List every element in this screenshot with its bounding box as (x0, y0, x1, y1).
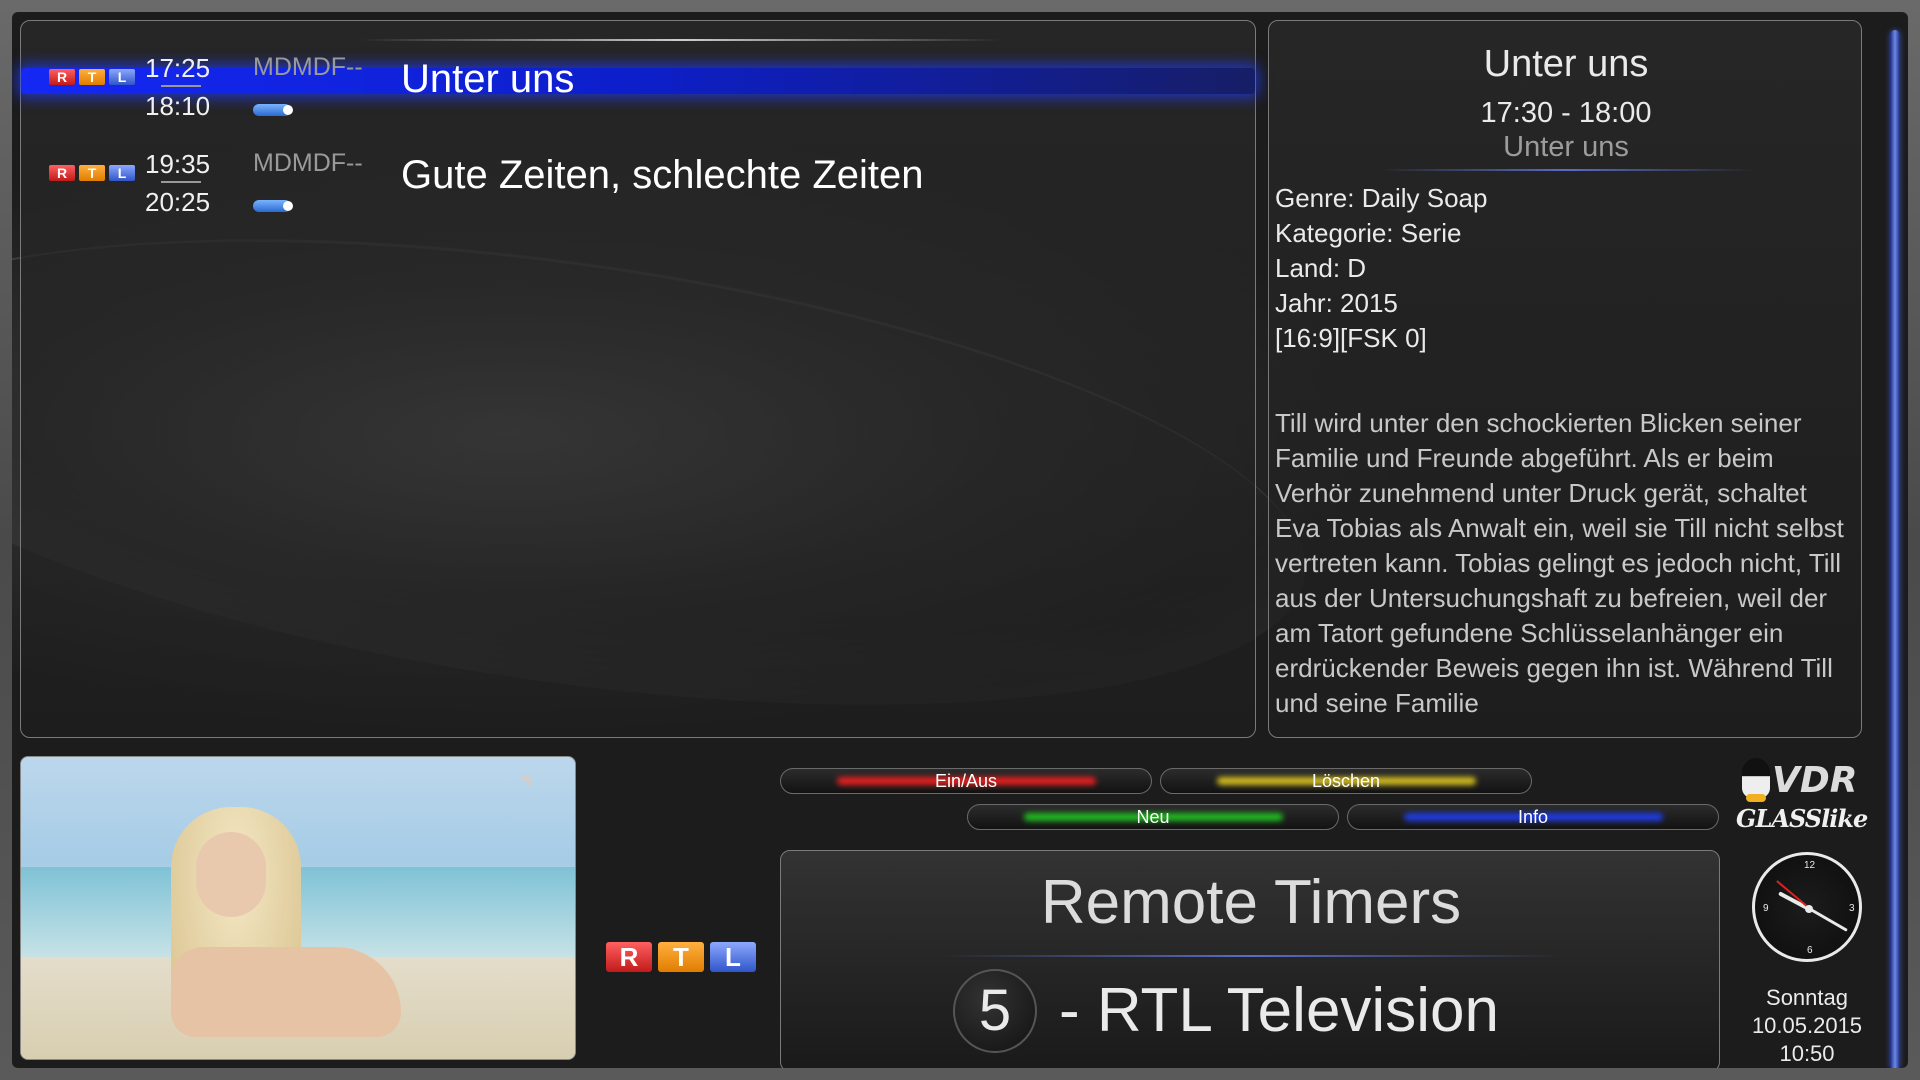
preview-person-body (171, 947, 401, 1037)
channel-logo-rtl: RTL (49, 69, 135, 85)
clock-numeral-12: 12 (1804, 860, 1816, 871)
clock-numeral-3: 3 (1849, 903, 1855, 914)
menu-title: Remote Timers (1040, 868, 1462, 937)
event-detail-panel: Unter uns 17:30 - 18:00 Unter uns Genre:… (1268, 20, 1862, 738)
meta-genre: Genre: Daily Soap (1275, 183, 1488, 213)
osd-background: RTL 17:25 18:10 MDMDF-- Unter uns RTL 19… (12, 12, 1908, 1068)
clock-numeral-9: 9 (1763, 903, 1769, 914)
progress-indicator (253, 104, 293, 116)
channel-name: - RTL Television (1059, 976, 1499, 1045)
weekday-pattern: MDMDF-- (253, 149, 363, 177)
yellow-button[interactable]: Löschen (1160, 768, 1532, 794)
time-divider (161, 181, 201, 183)
weekday-pattern: MDMDF-- (253, 53, 363, 81)
red-button-label: Ein/Aus (934, 771, 998, 791)
green-button[interactable]: Neu (967, 804, 1339, 830)
date-time-block: Sonntag 10.05.2015 10:50 (1732, 984, 1882, 1068)
analog-clock-icon: 12 3 6 9 (1752, 852, 1862, 962)
blue-button-label: Info (1517, 807, 1549, 827)
end-time: 18:10 (145, 91, 211, 121)
end-time: 20:25 (145, 187, 211, 217)
menu-title-separator (941, 955, 1561, 957)
meta-year: Jahr: 2015 (1275, 288, 1398, 318)
channel-number: 5 (953, 969, 1037, 1053)
pip-corner-icon (517, 775, 531, 787)
progress-indicator (253, 200, 293, 212)
detail-short-text: Unter uns (1503, 131, 1629, 163)
blue-button[interactable]: Info (1347, 804, 1719, 830)
detail-meta: Genre: Daily Soap Kategorie: Serie Land:… (1275, 181, 1855, 356)
channel-logo-rtl: RTL (49, 165, 135, 181)
clock-center (1805, 905, 1813, 913)
green-button-label: Neu (1136, 807, 1170, 827)
live-tv-preview (20, 756, 576, 1060)
yellow-button-label: Löschen (1311, 771, 1381, 791)
epg-list-panel: RTL 17:25 18:10 MDMDF-- Unter uns RTL 19… (20, 20, 1256, 738)
red-button[interactable]: Ein/Aus (780, 768, 1152, 794)
current-channel-logo: RTL (606, 942, 756, 972)
time: 10:50 (1779, 1041, 1835, 1066)
epg-row[interactable]: RTL 19:35 20:25 MDMDF-- Gute Zeiten, sch… (21, 127, 1255, 217)
detail-separator (1379, 169, 1753, 171)
screen-frame: RTL 17:25 18:10 MDMDF-- Unter uns RTL 19… (0, 0, 1920, 1080)
weekday: Sonntag (1766, 985, 1848, 1010)
meta-country: Land: D (1275, 253, 1367, 283)
time-divider (161, 85, 201, 87)
menu-title-panel: Remote Timers 5 - RTL Television (780, 850, 1720, 1068)
detail-title: Unter uns (1483, 43, 1649, 85)
side-scrollbar[interactable] (1890, 30, 1900, 1068)
start-time: 17:25 (145, 53, 211, 83)
logo-line1: VDR (1772, 760, 1858, 801)
epg-row-selected[interactable]: RTL 17:25 18:10 MDMDF-- Unter uns (21, 31, 1255, 121)
tux-penguin-icon (1742, 758, 1770, 802)
detail-description: Till wird unter den schockierten Blicken… (1275, 408, 1844, 718)
date: 10.05.2015 (1751, 1013, 1863, 1038)
event-title: Unter uns (401, 57, 575, 101)
preview-person-face (196, 832, 266, 917)
clock-numeral-6: 6 (1807, 945, 1813, 956)
event-title: Gute Zeiten, schlechte Zeiten (401, 153, 924, 197)
meta-flags: [16:9][FSK 0] (1275, 323, 1427, 353)
vdr-glasslike-logo: VDR GLASSlike (1736, 756, 1876, 836)
meta-category: Kategorie: Serie (1275, 218, 1462, 248)
detail-time: 17:30 - 18:00 (1480, 97, 1652, 129)
logo-line2: GLASSlike (1736, 804, 1868, 833)
start-time: 19:35 (145, 149, 211, 179)
